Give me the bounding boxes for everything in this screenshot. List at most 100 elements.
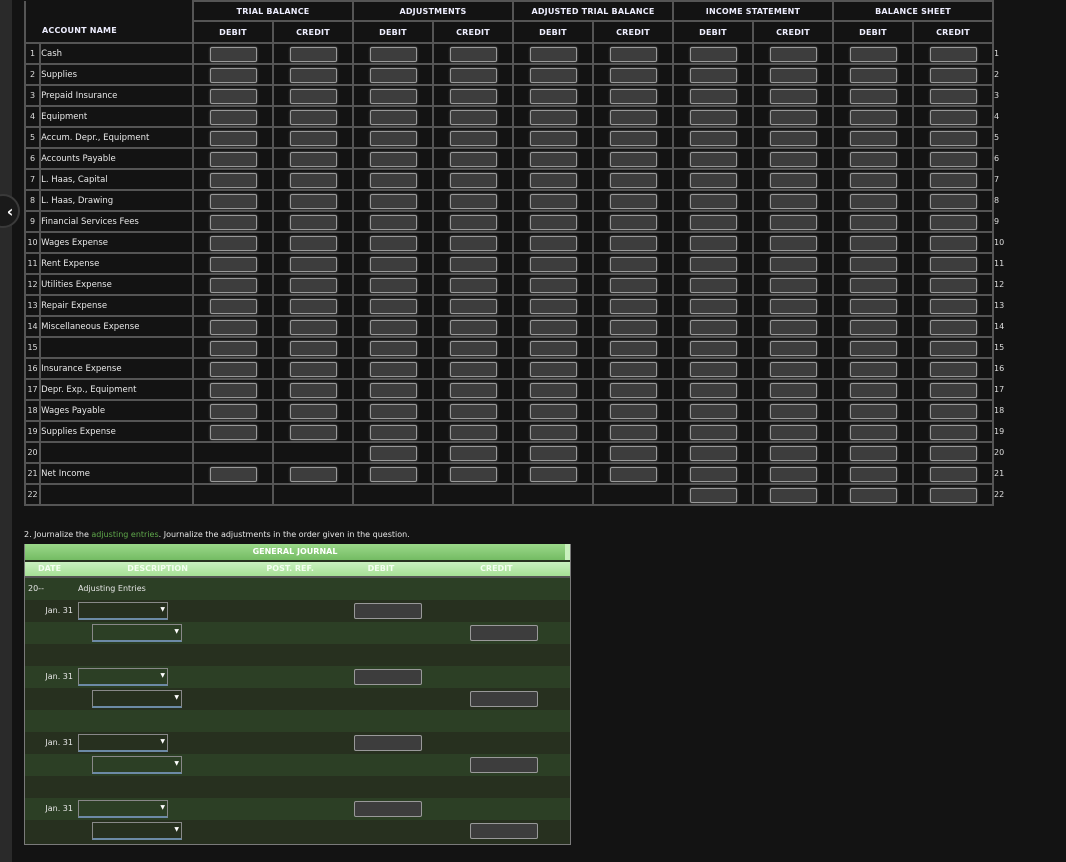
income-statement-credit-input[interactable] (769, 110, 817, 125)
credit-amount-input[interactable] (470, 823, 538, 839)
adjustments-credit-input[interactable] (449, 89, 497, 104)
adjustments-credit-input[interactable] (449, 341, 497, 356)
debit-account-dropdown[interactable]: ▼ (78, 800, 168, 818)
adjustments-debit-input[interactable] (369, 257, 417, 272)
balance-sheet-debit-input[interactable] (849, 320, 897, 335)
adjusted-trial-balance-debit-input[interactable] (529, 215, 577, 230)
trial-balance-credit-input[interactable] (289, 194, 337, 209)
adjustments-credit-input[interactable] (449, 152, 497, 167)
adjusted-trial-balance-debit-input[interactable] (529, 173, 577, 188)
adjusted-trial-balance-credit-input[interactable] (609, 68, 657, 83)
credit-amount-input[interactable] (470, 757, 538, 773)
balance-sheet-credit-input[interactable] (929, 215, 977, 230)
adjusted-trial-balance-debit-input[interactable] (529, 47, 577, 62)
adjusted-trial-balance-debit-input[interactable] (529, 68, 577, 83)
income-statement-debit-input[interactable] (689, 236, 737, 251)
adjusted-trial-balance-credit-input[interactable] (609, 152, 657, 167)
adjustments-debit-input[interactable] (369, 173, 417, 188)
balance-sheet-credit-input[interactable] (929, 467, 977, 482)
balance-sheet-debit-input[interactable] (849, 173, 897, 188)
adjustments-debit-input[interactable] (369, 236, 417, 251)
adjusted-trial-balance-credit-input[interactable] (609, 236, 657, 251)
income-statement-credit-input[interactable] (769, 341, 817, 356)
adjustments-credit-input[interactable] (449, 47, 497, 62)
balance-sheet-credit-input[interactable] (929, 173, 977, 188)
adjusted-trial-balance-debit-input[interactable] (529, 152, 577, 167)
adjusted-trial-balance-credit-input[interactable] (609, 467, 657, 482)
income-statement-credit-input[interactable] (769, 467, 817, 482)
income-statement-credit-input[interactable] (769, 488, 817, 503)
income-statement-debit-input[interactable] (689, 89, 737, 104)
trial-balance-credit-input[interactable] (289, 110, 337, 125)
balance-sheet-credit-input[interactable] (929, 194, 977, 209)
adjusted-trial-balance-credit-input[interactable] (609, 425, 657, 440)
income-statement-credit-input[interactable] (769, 299, 817, 314)
income-statement-credit-input[interactable] (769, 425, 817, 440)
trial-balance-debit-input[interactable] (209, 383, 257, 398)
income-statement-debit-input[interactable] (689, 425, 737, 440)
back-button[interactable]: ‹ (0, 194, 20, 228)
income-statement-debit-input[interactable] (689, 383, 737, 398)
trial-balance-debit-input[interactable] (209, 278, 257, 293)
adjusted-trial-balance-credit-input[interactable] (609, 404, 657, 419)
credit-amount-input[interactable] (470, 691, 538, 707)
trial-balance-credit-input[interactable] (289, 299, 337, 314)
trial-balance-credit-input[interactable] (289, 425, 337, 440)
balance-sheet-credit-input[interactable] (929, 446, 977, 461)
credit-account-dropdown[interactable]: ▼ (92, 756, 182, 774)
adjustments-debit-input[interactable] (369, 215, 417, 230)
balance-sheet-debit-input[interactable] (849, 215, 897, 230)
trial-balance-credit-input[interactable] (289, 341, 337, 356)
balance-sheet-credit-input[interactable] (929, 152, 977, 167)
adjustments-debit-input[interactable] (369, 425, 417, 440)
balance-sheet-debit-input[interactable] (849, 467, 897, 482)
adjusted-trial-balance-debit-input[interactable] (529, 278, 577, 293)
adjusted-trial-balance-debit-input[interactable] (529, 110, 577, 125)
balance-sheet-credit-input[interactable] (929, 299, 977, 314)
trial-balance-credit-input[interactable] (289, 215, 337, 230)
adjusted-trial-balance-debit-input[interactable] (529, 383, 577, 398)
trial-balance-credit-input[interactable] (289, 131, 337, 146)
income-statement-debit-input[interactable] (689, 341, 737, 356)
trial-balance-debit-input[interactable] (209, 320, 257, 335)
adjusted-trial-balance-credit-input[interactable] (609, 194, 657, 209)
adjustments-credit-input[interactable] (449, 299, 497, 314)
balance-sheet-credit-input[interactable] (929, 89, 977, 104)
adjusted-trial-balance-credit-input[interactable] (609, 299, 657, 314)
income-statement-credit-input[interactable] (769, 362, 817, 377)
income-statement-debit-input[interactable] (689, 467, 737, 482)
balance-sheet-debit-input[interactable] (849, 152, 897, 167)
trial-balance-debit-input[interactable] (209, 152, 257, 167)
trial-balance-debit-input[interactable] (209, 236, 257, 251)
trial-balance-credit-input[interactable] (289, 47, 337, 62)
adjustments-credit-input[interactable] (449, 425, 497, 440)
trial-balance-credit-input[interactable] (289, 152, 337, 167)
balance-sheet-debit-input[interactable] (849, 488, 897, 503)
adjusted-trial-balance-credit-input[interactable] (609, 215, 657, 230)
trial-balance-credit-input[interactable] (289, 278, 337, 293)
income-statement-debit-input[interactable] (689, 299, 737, 314)
income-statement-credit-input[interactable] (769, 173, 817, 188)
income-statement-credit-input[interactable] (769, 131, 817, 146)
adjustments-credit-input[interactable] (449, 362, 497, 377)
balance-sheet-debit-input[interactable] (849, 383, 897, 398)
trial-balance-debit-input[interactable] (209, 341, 257, 356)
debit-amount-input[interactable] (354, 669, 422, 685)
income-statement-debit-input[interactable] (689, 110, 737, 125)
income-statement-debit-input[interactable] (689, 404, 737, 419)
balance-sheet-debit-input[interactable] (849, 362, 897, 377)
adjustments-debit-input[interactable] (369, 383, 417, 398)
adjusted-trial-balance-credit-input[interactable] (609, 383, 657, 398)
adjustments-credit-input[interactable] (449, 110, 497, 125)
debit-account-dropdown[interactable]: ▼ (78, 602, 168, 620)
balance-sheet-credit-input[interactable] (929, 257, 977, 272)
income-statement-credit-input[interactable] (769, 404, 817, 419)
credit-account-dropdown[interactable]: ▼ (92, 690, 182, 708)
balance-sheet-debit-input[interactable] (849, 425, 897, 440)
income-statement-credit-input[interactable] (769, 236, 817, 251)
adjustments-debit-input[interactable] (369, 152, 417, 167)
adjustments-credit-input[interactable] (449, 194, 497, 209)
income-statement-debit-input[interactable] (689, 152, 737, 167)
balance-sheet-debit-input[interactable] (849, 47, 897, 62)
balance-sheet-credit-input[interactable] (929, 425, 977, 440)
